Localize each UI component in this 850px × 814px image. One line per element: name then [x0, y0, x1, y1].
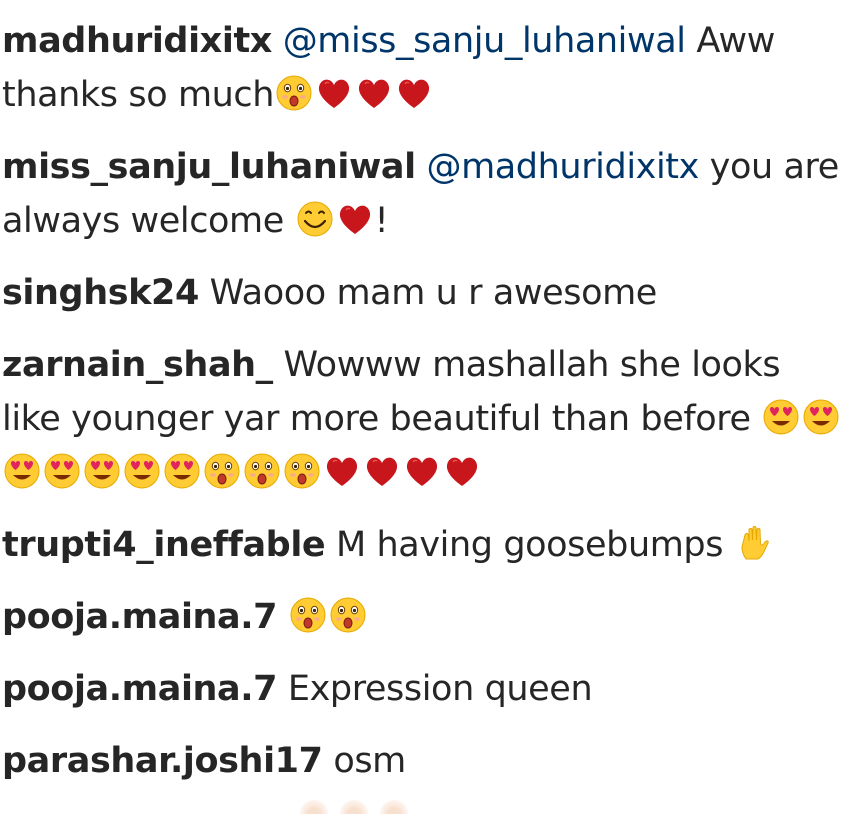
- comment: madhuridixitx @miss_sanju_luhaniwal Aww …: [2, 14, 842, 122]
- partial-emoji-icon: [300, 800, 328, 814]
- astonished-face-icon: [288, 595, 328, 635]
- comment-text: Waooo mam u r awesome: [209, 273, 658, 313]
- comment-mention[interactable]: @miss_sanju_luhaniwal: [283, 21, 686, 61]
- partial-emoji-icon: [340, 800, 368, 814]
- comment: singhsk24 Waooo mam u r awesome: [2, 266, 842, 320]
- comment-mention[interactable]: @madhuridixitx: [426, 147, 699, 187]
- comment-username[interactable]: pooja.maina.7: [2, 597, 278, 637]
- astonished-face-icon: [328, 595, 368, 635]
- heart-eyes-face-icon: [2, 451, 42, 491]
- heart-eyes-face-icon: [801, 397, 841, 437]
- comment-username[interactable]: singhsk24: [2, 273, 199, 313]
- comment-username[interactable]: trupti4_ineffable: [2, 525, 326, 565]
- comment-username[interactable]: parashar.joshi17: [2, 741, 323, 781]
- comment-username[interactable]: pooja.maina.7: [2, 669, 278, 709]
- astonished-face-icon: [282, 451, 322, 491]
- comment: zarnain_shah_ Wowww mashallah she looks …: [2, 338, 842, 500]
- comment-list: madhuridixitx @miss_sanju_luhaniwal Aww …: [2, 14, 842, 806]
- red-heart-icon: [394, 73, 434, 113]
- astonished-face-icon: [274, 73, 314, 113]
- comment-username[interactable]: zarnain_shah_: [2, 345, 273, 385]
- partial-emoji-icon: [380, 800, 408, 814]
- comment-text: osm: [333, 741, 406, 781]
- comment: parashar.joshi17 osm: [2, 734, 842, 788]
- heart-eyes-face-icon: [42, 451, 82, 491]
- cut-off-next-comment: [300, 800, 420, 814]
- red-heart-icon: [335, 199, 375, 239]
- astonished-face-icon: [202, 451, 242, 491]
- comment-username[interactable]: madhuridixitx: [2, 21, 272, 61]
- red-heart-icon: [362, 451, 402, 491]
- comment: miss_sanju_luhaniwal @madhuridixitx you …: [2, 140, 842, 248]
- smiling-face-icon: [295, 199, 335, 239]
- red-heart-icon: [322, 451, 362, 491]
- comment: trupti4_ineffable M having goosebumps: [2, 518, 842, 572]
- heart-eyes-face-icon: [162, 451, 202, 491]
- red-heart-icon: [314, 73, 354, 113]
- hand-icon: [734, 523, 774, 563]
- comment: pooja.maina.7: [2, 590, 842, 644]
- heart-eyes-face-icon: [761, 397, 801, 437]
- astonished-face-icon: [242, 451, 282, 491]
- comment: pooja.maina.7 Expression queen: [2, 662, 842, 716]
- comment-text-tail: !: [374, 201, 389, 241]
- red-heart-icon: [402, 451, 442, 491]
- heart-eyes-face-icon: [122, 451, 162, 491]
- comment-username[interactable]: miss_sanju_luhaniwal: [2, 147, 416, 187]
- red-heart-icon: [354, 73, 394, 113]
- comment-text: M having goosebumps: [336, 525, 724, 565]
- heart-eyes-face-icon: [82, 451, 122, 491]
- comment-text: Expression queen: [287, 669, 593, 709]
- red-heart-icon: [442, 451, 482, 491]
